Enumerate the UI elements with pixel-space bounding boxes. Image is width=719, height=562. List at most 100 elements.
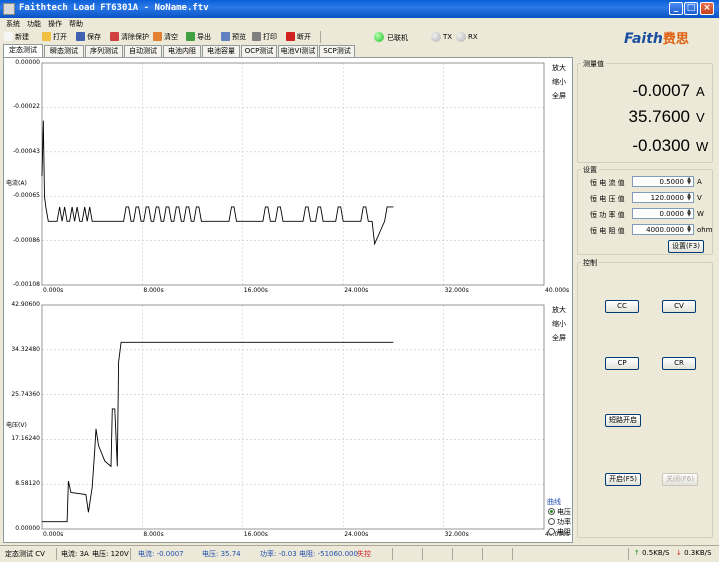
new-file-icon [4, 32, 13, 41]
chart-panel: 电流(A) 0.000s 8.000s 16.000s 24.000s 32.000s 4… [3, 57, 573, 543]
menu-operation[interactable]: 操作 [48, 19, 62, 29]
clear-protect-button[interactable]: 清除保护 [110, 31, 149, 43]
measured-current-unit: A [696, 84, 705, 99]
status-power: 功率: -0.03 [260, 550, 297, 558]
plot-frame [41, 304, 545, 530]
connected-led-icon [374, 32, 384, 42]
setting-cp-label: 恒 功 率 值 [590, 211, 625, 219]
curve-radio-power[interactable]: 功率 [548, 517, 571, 527]
tx-led-icon [431, 32, 441, 42]
status-resistance: 电阻: -51060.000 [299, 550, 358, 558]
setting-cv-input[interactable] [633, 193, 693, 202]
x-tick-label: 24.000s [344, 287, 369, 294]
full-screen-button-1[interactable]: 全屏 [552, 91, 566, 101]
spin-arrows-icon[interactable]: ▲ ▼ [686, 177, 692, 186]
export-button[interactable]: 导出 [186, 31, 211, 43]
toolbar-divider [320, 31, 321, 43]
window-title: Faithtech Load FT6301A - NoName.ftv [19, 3, 209, 13]
menu-help[interactable]: 帮助 [69, 19, 83, 29]
measure-group-title: 测量值 [581, 59, 606, 69]
cr-mode-button[interactable]: CR [662, 357, 696, 370]
setting-cc-stepper[interactable]: ▲▼ [632, 176, 694, 187]
menu-system[interactable]: 系统 [6, 19, 20, 29]
series-line-0 [42, 341, 394, 523]
status-state: 失控 [357, 550, 371, 558]
open-folder-icon [42, 32, 51, 41]
setting-cr-input[interactable] [633, 225, 693, 234]
menu-bar: 系统 功能 操作 帮助 [0, 18, 719, 29]
cp-mode-button[interactable]: CP [605, 357, 639, 370]
close-button[interactable]: × [700, 2, 714, 15]
status-bar: 定态测试 CV 电流: 3A 电压: 120V 电流: -0.0007 电压: … [0, 545, 719, 562]
setting-cv-unit: V [697, 194, 702, 202]
tab-battery-capacity[interactable]: 电池容量 [202, 45, 240, 57]
clear-button[interactable]: 清空 [153, 31, 178, 43]
print-button[interactable]: 打印 [252, 31, 277, 43]
clear-protect-icon [110, 32, 119, 41]
zoom-in-button-2[interactable]: 放大 [552, 305, 566, 315]
stop-button: 关闭(F6) [662, 473, 698, 486]
setting-cc-input[interactable] [633, 177, 693, 186]
title-bar[interactable]: Faithtech Load FT6301A - NoName.ftv _ □ … [0, 0, 719, 18]
tab-auto-test[interactable]: 自动测试 [124, 45, 162, 57]
tab-steady-test[interactable]: 定态测试 [3, 44, 43, 57]
voltage-chart: 电压(V) 0.000s 8.000s 16.000s 24.000s 32.000s 4… [4, 300, 572, 544]
tab-battery-resistance[interactable]: 电池内阻 [163, 45, 201, 57]
setting-cr-stepper[interactable]: ▲▼ [632, 224, 694, 235]
open-button[interactable]: 打开 [42, 31, 67, 43]
setting-cv-stepper[interactable]: ▲▼ [632, 192, 694, 203]
save-button[interactable]: 保存 [76, 31, 101, 43]
tab-battery-vi-test[interactable]: 电池VI测试 [278, 45, 318, 57]
apply-settings-button[interactable]: 设置(F3) [668, 240, 704, 253]
start-button[interactable]: 开启(F5) [605, 473, 641, 486]
tab-sequence-test[interactable]: 序列测试 [85, 45, 123, 57]
status-voltage: 电压: 35.74 [202, 550, 241, 558]
x-tick-label: 0.000s [43, 531, 64, 538]
zoom-in-button-1[interactable]: 放大 [552, 63, 566, 73]
setting-cp-input[interactable] [633, 209, 693, 218]
cv-mode-button[interactable]: CV [662, 300, 696, 313]
status-divider [628, 548, 629, 560]
print-icon [252, 32, 261, 41]
curve-radio-resistance[interactable]: 电阻 [548, 527, 571, 537]
maximize-button[interactable]: □ [684, 2, 698, 15]
curve-radio-voltage[interactable]: 电压 [548, 507, 571, 517]
radio-dot [548, 518, 555, 525]
measured-voltage-unit: V [696, 110, 705, 125]
cc-mode-button[interactable]: CC [605, 300, 639, 313]
zoom-out-button-2[interactable]: 缩小 [552, 319, 566, 329]
short-circuit-button[interactable]: 短路开启 [605, 414, 641, 427]
disconnect-icon [286, 32, 295, 41]
x-tick-label: 32.000s [444, 287, 469, 294]
preview-button[interactable]: 预览 [221, 31, 246, 43]
upload-arrow-icon: ↑ [634, 549, 640, 557]
rx-label: RX [468, 33, 478, 41]
setting-cp-stepper[interactable]: ▲▼ [632, 208, 694, 219]
tab-scp-test[interactable]: SCP测试 [319, 45, 355, 57]
setting-cr-label: 恒 电 阻 值 [590, 227, 625, 235]
new-button[interactable]: 新建 [4, 31, 29, 43]
status-divider [482, 548, 483, 560]
tx-rate: ↑ 0.5KB/S [634, 549, 670, 557]
full-screen-button-2[interactable]: 全屏 [552, 333, 566, 343]
tab-transient-test[interactable]: 瞬态测试 [44, 45, 84, 57]
spin-arrows-icon[interactable]: ▲ ▼ [686, 209, 692, 218]
control-group: 控制 CC CV CP CR 短路开启 开启(F5) 关闭(F6) [577, 258, 713, 538]
radio-dot [548, 528, 555, 535]
spin-arrows-icon[interactable]: ▲ ▼ [686, 225, 692, 234]
series-line-0 [41, 120, 394, 246]
disconnect-button[interactable]: 断开 [286, 31, 311, 43]
zoom-out-button-1[interactable]: 缩小 [552, 77, 566, 87]
y-tick-label: 8.58120 [15, 480, 40, 488]
measured-current: -0.0007 [632, 81, 690, 100]
status-mode: 定态测试 CV [5, 550, 45, 558]
tab-ocp-test[interactable]: OCP测试 [241, 45, 277, 57]
minimize-button[interactable]: _ [669, 2, 683, 15]
y-tick-label: -0.00065 [13, 192, 40, 200]
setting-cr-unit: ohm [697, 226, 713, 234]
radio-dot [548, 508, 555, 515]
menu-function[interactable]: 功能 [27, 19, 41, 29]
spin-arrows-icon[interactable]: ▲ ▼ [686, 193, 692, 202]
export-icon [186, 32, 195, 41]
y-tick-label: -0.00043 [13, 147, 40, 155]
